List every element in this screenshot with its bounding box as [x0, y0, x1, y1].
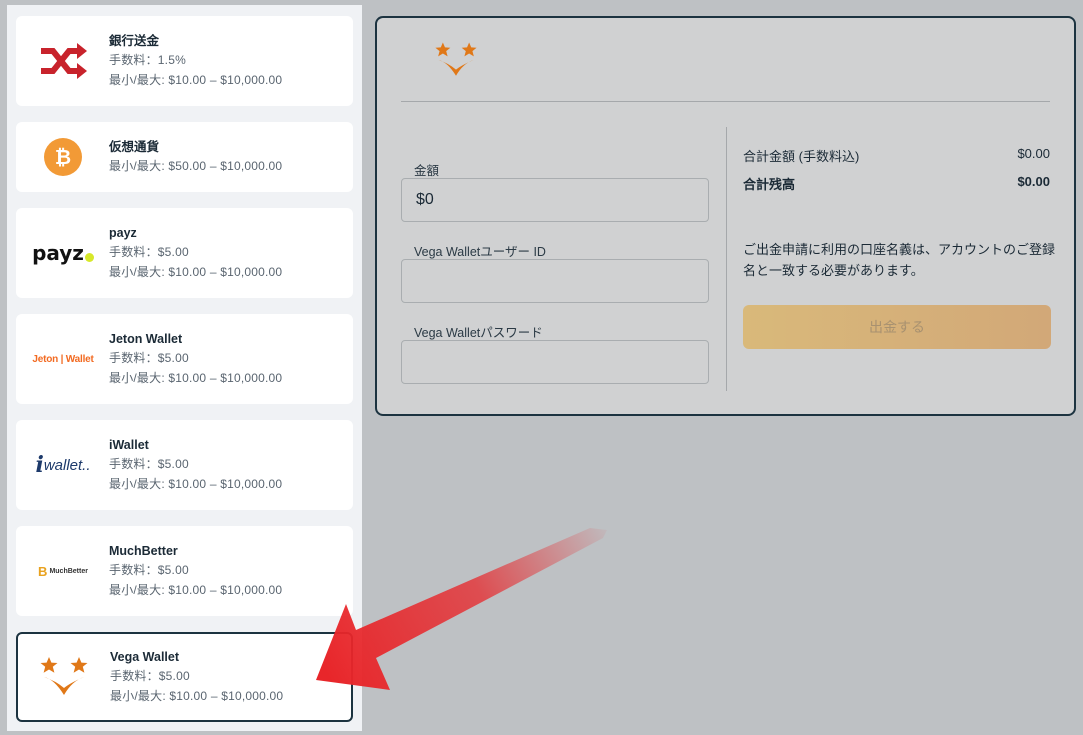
- payz-logo-text: payz: [32, 241, 84, 265]
- method-muchbetter[interactable]: B MuchBetter MuchBetter 手数料：$5.00 最小/最大:…: [16, 526, 353, 616]
- method-range: 最小/最大: $10.00 – $10,000.00: [109, 583, 283, 597]
- payment-method-list: 銀行送金 手数料：1.5% 最小/最大: $10.00 – $10,000.00…: [7, 5, 362, 731]
- balance-label: 合計残高: [743, 177, 796, 192]
- method-jeton-wallet[interactable]: Jeton | Wallet Jeton Wallet 手数料：$5.00 最小…: [16, 314, 353, 404]
- muchbetter-logo-text: MuchBetter: [49, 567, 88, 575]
- method-range: 最小/最大: $50.00 – $10,000.00: [109, 159, 283, 173]
- method-range: 最小/最大: $10.00 – $10,000.00: [109, 73, 283, 87]
- header-divider: [401, 101, 1050, 102]
- method-fee: 手数料：$5.00: [109, 351, 189, 365]
- method-name: 仮想通貨: [109, 140, 160, 154]
- account-name-notice: ご出金申請に利用の口座名義は、アカウントのご登録名と一致する必要があります。: [743, 242, 1056, 278]
- amount-input[interactable]: $0: [401, 178, 709, 222]
- password-input[interactable]: [401, 340, 709, 384]
- muchbetter-logo: B MuchBetter: [17, 527, 109, 615]
- method-payz[interactable]: payz payz 手数料：$5.00 最小/最大: $10.00 – $10,…: [16, 208, 353, 298]
- method-bank-transfer[interactable]: 銀行送金 手数料：1.5% 最小/最大: $10.00 – $10,000.00: [16, 16, 353, 106]
- balance-row: 合計残高 $0.00: [743, 174, 1050, 193]
- method-fee: 手数料：$5.00: [109, 563, 189, 577]
- method-fee: 手数料：1.5%: [109, 53, 186, 67]
- bitcoin-icon: ₿: [17, 123, 109, 191]
- method-vega-wallet[interactable]: Vega Wallet 手数料：$5.00 最小/最大: $10.00 – $1…: [16, 632, 353, 722]
- method-crypto[interactable]: ₿ 仮想通貨 最小/最大: $50.00 – $10,000.00: [16, 122, 353, 192]
- muchbetter-b-icon: B: [38, 563, 48, 579]
- payz-dot-icon: [84, 252, 94, 262]
- method-iwallet[interactable]: i wallet.. iWallet 手数料：$5.00 最小/最大: $10.…: [16, 420, 353, 510]
- total-label: 合計金額 (手数料込): [743, 149, 860, 164]
- user-id-input[interactable]: [401, 259, 709, 303]
- method-fee: 手数料：$5.00: [110, 669, 190, 683]
- password-label: Vega Walletパスワード: [414, 326, 543, 340]
- method-range: 最小/最大: $10.00 – $10,000.00: [110, 689, 284, 703]
- iwallet-logo: i wallet..: [17, 421, 109, 509]
- svg-text:₿: ₿: [55, 145, 71, 169]
- shuffle-icon: [17, 17, 109, 105]
- withdrawal-panel: 金額 $0 Vega Walletユーザー ID Vega Walletパスワー…: [375, 16, 1076, 416]
- method-name: MuchBetter: [109, 544, 178, 558]
- balance-value: $0.00: [1017, 174, 1050, 189]
- jeton-logo-text: Jeton | Wallet: [32, 353, 94, 365]
- vega-logo: [18, 634, 110, 720]
- method-range: 最小/最大: $10.00 – $10,000.00: [109, 371, 283, 385]
- column-divider: [726, 127, 727, 391]
- jeton-logo: Jeton | Wallet: [17, 315, 109, 403]
- withdraw-button[interactable]: 出金する: [743, 305, 1051, 349]
- method-name: 銀行送金: [109, 34, 160, 48]
- method-name: Vega Wallet: [110, 650, 180, 664]
- amount-label: 金額: [414, 164, 440, 178]
- method-name: Jeton Wallet: [109, 332, 183, 346]
- iwallet-logo-text: wallet..: [43, 456, 91, 474]
- payz-logo: payz: [17, 209, 109, 297]
- total-row: 合計金額 (手数料込) $0.00: [743, 146, 1050, 165]
- method-fee: 手数料：$5.00: [109, 245, 189, 259]
- total-value: $0.00: [1017, 146, 1050, 161]
- method-name: payz: [109, 226, 137, 240]
- method-range: 最小/最大: $10.00 – $10,000.00: [109, 477, 283, 491]
- vega-logo: [435, 40, 477, 85]
- iwallet-i-icon: i: [35, 452, 44, 478]
- method-fee: 手数料：$5.00: [109, 457, 189, 471]
- method-name: iWallet: [109, 438, 149, 452]
- user-id-label: Vega Walletユーザー ID: [414, 245, 546, 259]
- method-range: 最小/最大: $10.00 – $10,000.00: [109, 265, 283, 279]
